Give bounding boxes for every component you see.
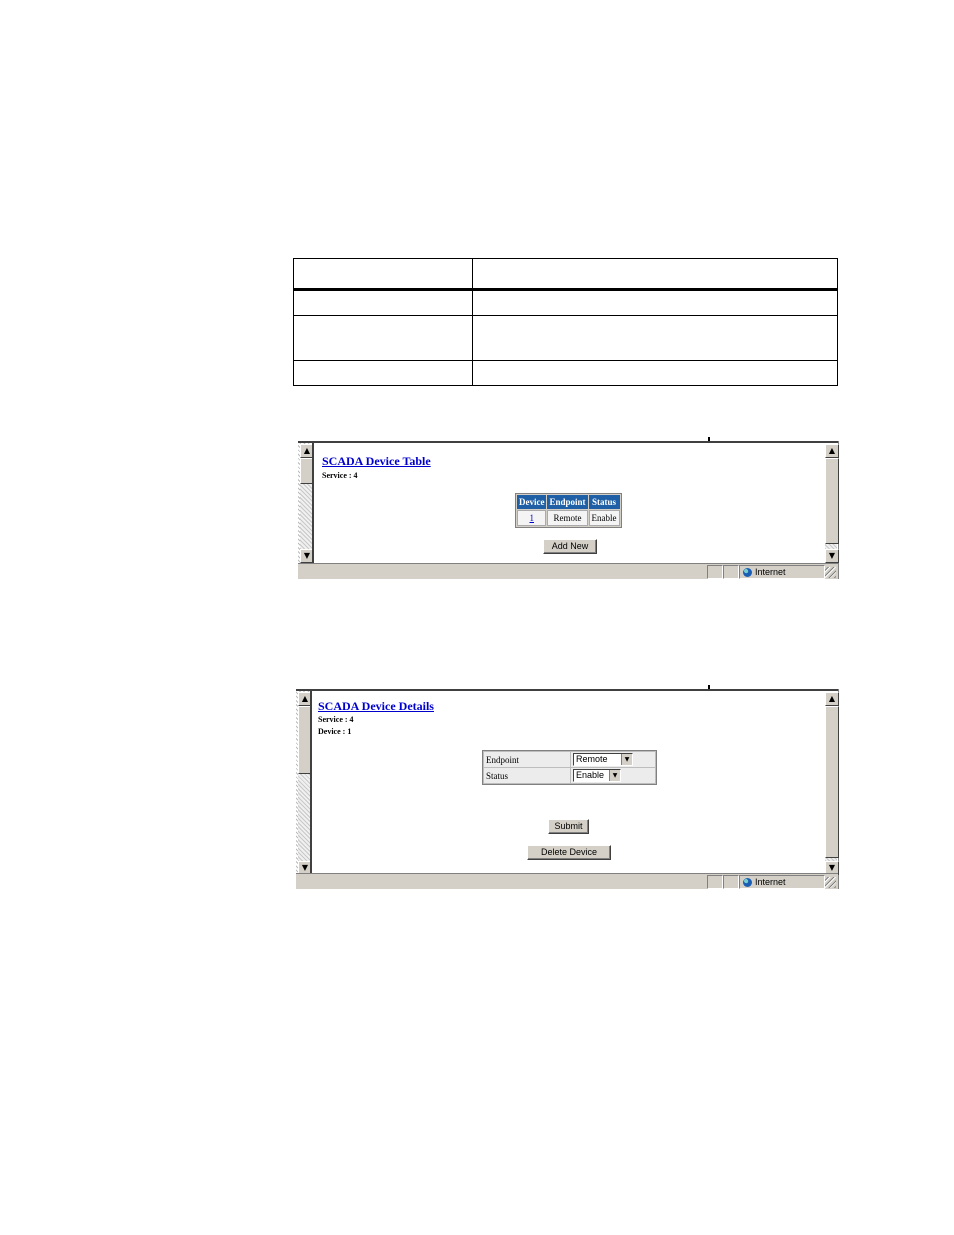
frame-divider (312, 443, 314, 563)
globe-icon (743, 878, 752, 887)
globe-icon (743, 568, 752, 577)
status-cell: Enable (588, 510, 620, 526)
ref-cell (293, 289, 473, 316)
chevron-down-icon[interactable]: ▼ (621, 754, 632, 765)
ref-cell (472, 315, 838, 361)
status-cell-blank (707, 565, 723, 579)
status-label: Status (484, 768, 570, 783)
ref-header-cell (472, 258, 838, 291)
column-header-status: Status (588, 495, 620, 509)
resize-grip-icon[interactable] (825, 567, 836, 578)
device-details-form: Endpoint Remote ▼ Status Enable ▼ (482, 750, 657, 785)
resize-grip-icon[interactable] (825, 877, 836, 888)
service-label: Service : 4 (318, 715, 354, 724)
delete-device-button[interactable]: Delete Device (527, 845, 611, 860)
scroll-up-icon[interactable]: ▲ (825, 692, 839, 706)
left-scrollbar[interactable]: ▲ ▼ (300, 444, 314, 563)
endpoint-select[interactable]: Remote ▼ (573, 753, 633, 766)
column-header-endpoint: Endpoint (547, 495, 588, 509)
device-label: Device : 1 (318, 727, 352, 736)
status-select-value: Enable (576, 770, 605, 780)
ref-cell (293, 315, 473, 361)
table-row: 1 Remote Enable (517, 510, 620, 526)
status-bar: Internet (296, 873, 838, 889)
endpoint-label: Endpoint (484, 752, 570, 767)
zone-label: Internet (755, 877, 786, 887)
scroll-thumb[interactable] (825, 706, 839, 858)
status-bar: Internet (298, 563, 838, 579)
right-scrollbar[interactable]: ▲ ▼ (825, 692, 839, 875)
zone-panel: Internet (739, 565, 825, 579)
page-title[interactable]: SCADA Device Details (318, 699, 434, 714)
browser-window-device-table: ▲ ▼ SCADA Device Table Service : 4 Devic… (298, 441, 839, 579)
status-cell-blank (723, 875, 739, 889)
window-top-border (296, 689, 838, 691)
endpoint-select-value: Remote (576, 754, 608, 764)
status-cell-blank (723, 565, 739, 579)
page-title[interactable]: SCADA Device Table (322, 454, 431, 469)
column-header-device: Device (517, 495, 547, 509)
form-row-status: Status Enable ▼ (484, 768, 655, 783)
reference-table (293, 258, 838, 386)
service-label: Service : 4 (322, 471, 358, 480)
frame-divider (310, 691, 312, 873)
scroll-thumb[interactable] (825, 458, 839, 544)
form-row-endpoint: Endpoint Remote ▼ (484, 752, 655, 767)
left-scrollbar[interactable]: ▲ ▼ (298, 692, 312, 875)
device-table: Device Endpoint Status 1 Remote Enable (515, 493, 622, 528)
ref-cell (472, 360, 838, 386)
status-select[interactable]: Enable ▼ (573, 769, 621, 782)
ref-header-cell (293, 258, 473, 291)
right-scrollbar[interactable]: ▲ ▼ (825, 444, 839, 563)
ref-cell (293, 360, 473, 386)
status-cell-blank (707, 875, 723, 889)
window-top-border (298, 441, 838, 443)
ref-cell (472, 289, 838, 316)
zone-label: Internet (755, 567, 786, 577)
device-link[interactable]: 1 (529, 513, 534, 523)
scroll-up-icon[interactable]: ▲ (825, 444, 839, 458)
add-new-button[interactable]: Add New (543, 539, 597, 554)
browser-window-device-details: ▲ ▼ SCADA Device Details Service : 4 Dev… (296, 689, 839, 889)
scroll-down-icon[interactable]: ▼ (825, 549, 839, 563)
zone-panel: Internet (739, 875, 825, 889)
submit-button[interactable]: Submit (548, 819, 589, 834)
endpoint-cell: Remote (547, 510, 588, 526)
chevron-down-icon[interactable]: ▼ (609, 770, 620, 781)
